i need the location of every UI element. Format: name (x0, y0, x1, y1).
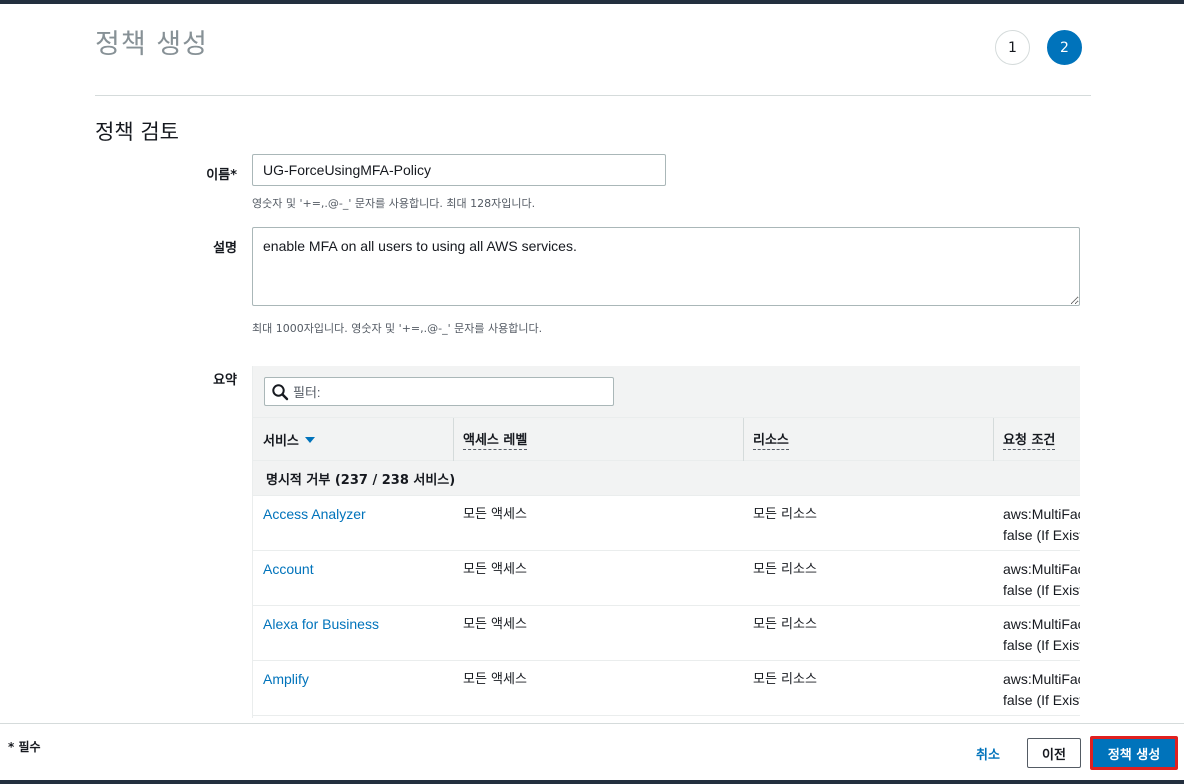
header-divider (95, 95, 1091, 96)
filter-placeholder: 필터: (293, 385, 321, 400)
column-header-access-level[interactable]: 액세스 레벨 (453, 418, 743, 461)
previous-button[interactable]: 이전 (1027, 738, 1081, 768)
filter-input[interactable]: 필터: (264, 377, 614, 406)
service-link[interactable]: Account (263, 559, 314, 580)
column-header-request-condition[interactable]: 요청 조건 (993, 418, 1080, 461)
caret-down-icon[interactable] (304, 436, 315, 443)
access-level-cell: 모든 액세스 (463, 617, 527, 632)
page-title: 정책 생성 (95, 29, 208, 60)
condition-value: false (If Exist (1003, 692, 1080, 708)
column-header-request-condition-label: 요청 조건 (1003, 429, 1056, 450)
condition-value: false (If Exist (1003, 582, 1080, 598)
condition-key: aws:MultiFac (1003, 561, 1080, 577)
table-header: 서비스 액세스 레벨 리소스 요청 조건 (253, 418, 1080, 461)
service-link[interactable]: Alexa for Business (263, 614, 379, 635)
access-level-cell: 모든 액세스 (463, 507, 527, 522)
condition-value: false (If Exist (1003, 527, 1080, 543)
bottom-bar (0, 780, 1184, 784)
table-row: Alexa for Business 모든 액세스 모든 리소스 aws:Mul… (253, 606, 1080, 661)
section-title: 정책 검토 (95, 120, 179, 144)
condition-key: aws:MultiFac (1003, 616, 1080, 632)
condition-cell: aws:MultiFac false (If Exist (1003, 504, 1080, 546)
filter-bar: 필터: (253, 366, 1080, 418)
table-row: Access Analyzer 모든 액세스 모든 리소스 aws:MultiF… (253, 496, 1080, 551)
access-level-cell: 모든 액세스 (463, 562, 527, 577)
required-note: * 필수 (8, 740, 41, 754)
top-bar (0, 0, 1184, 4)
resource-cell: 모든 리소스 (753, 507, 817, 522)
policy-description-input[interactable]: enable MFA on all users to using all AWS… (252, 227, 1080, 306)
resource-cell: 모든 리소스 (753, 672, 817, 687)
name-label: 이름* (206, 168, 237, 183)
footer-divider (0, 723, 1184, 724)
service-link[interactable]: Access Analyzer (263, 504, 366, 525)
condition-cell: aws:MultiFac false (If Exist (1003, 669, 1080, 711)
service-link[interactable]: Amplify (263, 669, 309, 690)
condition-key: aws:MultiFac (1003, 671, 1080, 687)
policy-name-input[interactable] (252, 154, 666, 186)
column-header-resource-label: 리소스 (753, 429, 789, 450)
search-icon (272, 383, 289, 400)
column-header-access-level-label: 액세스 레벨 (463, 429, 528, 450)
description-hint: 최대 1000자입니다. 영숫자 및 '+=,.@-_' 문자를 사용합니다. (252, 322, 543, 335)
summary-label: 요약 (213, 373, 237, 388)
description-label: 설명 (213, 241, 237, 256)
condition-cell: aws:MultiFac false (If Exist (1003, 614, 1080, 656)
table-row: Account 모든 액세스 모든 리소스 aws:MultiFac false… (253, 551, 1080, 606)
table-row: Amplify 모든 액세스 모든 리소스 aws:MultiFac false… (253, 661, 1080, 716)
resource-cell: 모든 리소스 (753, 562, 817, 577)
summary-table: 필터: 서비스 액세스 레벨 리소스 요청 조건 명시적 거부 (237 / 2… (252, 366, 1080, 718)
column-header-service-label: 서비스 (263, 434, 299, 449)
cancel-button[interactable]: 취소 (966, 738, 1010, 768)
column-header-resource[interactable]: 리소스 (743, 418, 993, 461)
condition-value: false (If Exist (1003, 637, 1080, 653)
column-header-service[interactable]: 서비스 (253, 418, 453, 461)
step-indicator-2[interactable]: 2 (1047, 30, 1082, 65)
group-row-explicit-deny[interactable]: 명시적 거부 (237 / 238 서비스) (253, 461, 1080, 496)
condition-cell: aws:MultiFac false (If Exist (1003, 559, 1080, 601)
create-policy-button[interactable]: 정책 생성 (1090, 736, 1178, 770)
resource-cell: 모든 리소스 (753, 617, 817, 632)
condition-key: aws:MultiFac (1003, 506, 1080, 522)
name-hint: 영숫자 및 '+=,.@-_' 문자를 사용합니다. 최대 128자입니다. (252, 197, 536, 210)
step-indicator-1[interactable]: 1 (995, 30, 1030, 65)
access-level-cell: 모든 액세스 (463, 672, 527, 687)
